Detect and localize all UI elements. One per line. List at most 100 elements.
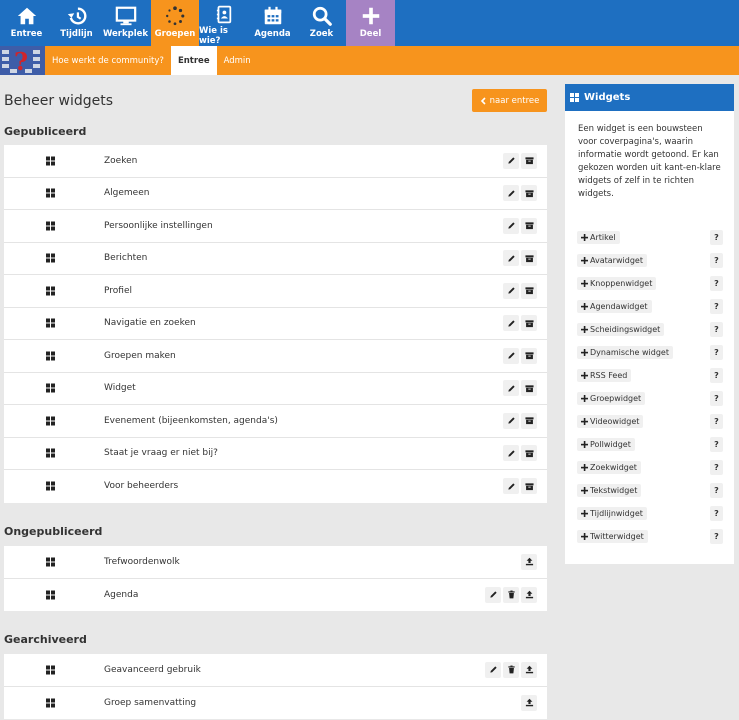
archive-button[interactable] xyxy=(521,315,537,332)
row-actions xyxy=(503,412,537,429)
community-logo[interactable]: ? xyxy=(0,46,45,75)
add-widget-button[interactable]: RSS Feed xyxy=(577,369,632,382)
widget-type-label: Groepwidget xyxy=(590,394,642,403)
archive-button[interactable] xyxy=(521,217,537,234)
nav-zoek[interactable]: Zoek xyxy=(297,0,346,46)
publish-button[interactable] xyxy=(521,586,537,603)
add-widget-button[interactable]: Videowidget xyxy=(577,415,644,428)
plus-icon xyxy=(581,532,588,540)
archive-button[interactable] xyxy=(521,380,537,397)
add-widget-button[interactable]: Avatarwidget xyxy=(577,254,647,267)
pencil-icon xyxy=(489,666,497,673)
upload-icon xyxy=(525,698,533,707)
add-widget-button[interactable]: Groepwidget xyxy=(577,392,646,405)
nav-wie-is-wie[interactable]: Wie is wie? xyxy=(199,0,248,46)
widget-help-button[interactable]: ? xyxy=(710,483,723,498)
add-widget-button[interactable]: Tijdlijnwidget xyxy=(577,507,647,520)
widget-help-button[interactable]: ? xyxy=(710,299,723,314)
archive-icon xyxy=(524,450,534,457)
edit-button[interactable] xyxy=(503,445,519,462)
widget-help-button[interactable]: ? xyxy=(710,368,723,383)
widget-help-button[interactable]: ? xyxy=(710,460,723,475)
row-actions xyxy=(485,661,537,678)
back-button-label: naar entree xyxy=(489,95,540,106)
edit-button[interactable] xyxy=(503,478,519,495)
add-widget-button[interactable]: Twitterwidget xyxy=(577,530,648,543)
nav-label: Entree xyxy=(10,29,43,39)
archive-button[interactable] xyxy=(521,152,537,169)
widget-row-label: Evenement (bijeenkomsten, agenda's) xyxy=(104,415,278,426)
archive-button[interactable] xyxy=(521,282,537,299)
widget-grid-icon xyxy=(46,188,55,198)
add-widget-button[interactable]: Knoppenwidget xyxy=(577,277,657,290)
widget-grid-icon xyxy=(46,318,55,328)
plus-icon xyxy=(581,440,588,448)
add-widget-button[interactable]: Tekstwidget xyxy=(577,484,642,497)
nav-deel[interactable]: Deel xyxy=(346,0,395,46)
nav-agenda[interactable]: Agenda xyxy=(248,0,297,46)
add-widget-button[interactable]: Dynamische widget xyxy=(577,346,673,359)
widget-type-list: Artikel? Avatarwidget? Knoppenwidget? Agend… xyxy=(577,226,723,548)
delete-button[interactable] xyxy=(503,586,519,603)
widget-help-button[interactable]: ? xyxy=(710,529,723,544)
edit-button[interactable] xyxy=(503,315,519,332)
widget-row-label: Groep samenvatting xyxy=(104,697,197,708)
widget-help-button[interactable]: ? xyxy=(710,506,723,521)
widget-type-label: Agendawidget xyxy=(590,302,648,311)
widget-type-label: Scheidingswidget xyxy=(590,325,661,334)
edit-button[interactable] xyxy=(503,217,519,234)
widget-row-label: Zoeken xyxy=(104,155,138,166)
widget-help-button[interactable]: ? xyxy=(710,391,723,406)
back-to-entree-button[interactable]: naar entree xyxy=(472,89,547,112)
widget-help-button[interactable]: ? xyxy=(710,414,723,429)
archive-button[interactable] xyxy=(521,478,537,495)
plus-icon xyxy=(581,509,588,517)
archive-button[interactable] xyxy=(521,185,537,202)
widget-help-button[interactable]: ? xyxy=(710,253,723,268)
publish-button[interactable] xyxy=(521,553,537,570)
publish-button[interactable] xyxy=(521,661,537,678)
widget-row: Agenda xyxy=(4,579,547,612)
edit-button[interactable] xyxy=(503,412,519,429)
edit-button[interactable] xyxy=(485,661,501,678)
nav-werkplek[interactable]: Werkplek xyxy=(100,0,151,46)
widgets-description: Een widget is een bouwsteen voor coverpa… xyxy=(578,124,721,199)
pencil-icon xyxy=(507,222,515,229)
widget-type-label: Knoppenwidget xyxy=(590,279,653,288)
widget-help-button[interactable]: ? xyxy=(710,230,723,245)
archive-button[interactable] xyxy=(521,412,537,429)
archive-button[interactable] xyxy=(521,250,537,267)
widget-help-button[interactable]: ? xyxy=(710,345,723,360)
nav-tijdlijn[interactable]: Tijdlijn xyxy=(53,0,100,46)
edit-button[interactable] xyxy=(503,250,519,267)
widget-row: Berichten xyxy=(4,243,547,275)
edit-button[interactable] xyxy=(503,380,519,397)
delete-button[interactable] xyxy=(503,661,519,678)
add-widget-button[interactable]: Zoekwidget xyxy=(577,461,641,474)
widget-type-label: Twitterwidget xyxy=(590,532,644,541)
tab-admin[interactable]: Admin xyxy=(217,46,258,75)
edit-button[interactable] xyxy=(503,152,519,169)
archive-button[interactable] xyxy=(521,347,537,364)
archive-button[interactable] xyxy=(521,445,537,462)
add-widget-button[interactable]: Pollwidget xyxy=(577,438,635,451)
nav-groepen[interactable]: Groepen xyxy=(151,0,199,46)
widget-help-button[interactable]: ? xyxy=(710,276,723,291)
edit-button[interactable] xyxy=(503,347,519,364)
publish-button[interactable] xyxy=(521,694,537,711)
add-widget-button[interactable]: Artikel xyxy=(577,231,620,244)
pencil-icon xyxy=(507,450,515,457)
widget-help-button[interactable]: ? xyxy=(710,437,723,452)
add-widget-button[interactable]: Scheidingswidget xyxy=(577,323,665,336)
row-actions xyxy=(503,380,537,397)
edit-button[interactable] xyxy=(503,185,519,202)
widget-help-button[interactable]: ? xyxy=(710,322,723,337)
edit-button[interactable] xyxy=(485,586,501,603)
row-actions xyxy=(503,445,537,462)
widget-type-item: Tijdlijnwidget? xyxy=(577,502,723,525)
edit-button[interactable] xyxy=(503,282,519,299)
tab-entree[interactable]: Entree xyxy=(170,46,217,75)
nav-entree[interactable]: Entree xyxy=(0,0,53,46)
community-help-link[interactable]: Hoe werkt de community? xyxy=(45,46,171,75)
add-widget-button[interactable]: Agendawidget xyxy=(577,300,652,313)
